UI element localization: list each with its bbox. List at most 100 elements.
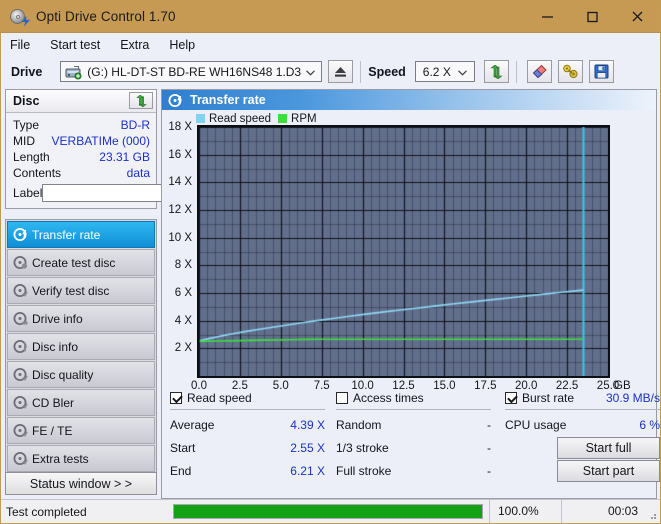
disc-fete-icon [8,423,32,438]
sidebar-label-extra-tests: Extra tests [32,451,89,466]
menu-item-extra[interactable]: Extra [120,36,159,54]
legend-label-read-speed: Read speed [209,112,272,125]
disc-key-contents: Contents [13,166,62,180]
stat-value-average: 4.39 X [290,417,325,432]
y-tick-label: 14 X [168,176,192,189]
stat-key-end: End [170,463,192,478]
stats-col-read-speed: Read speed Average 4.39 X Start 2.55 X E… [170,390,325,482]
disc-value-length: 23.31 GB [99,150,150,164]
sidebar-item-cd-bler[interactable]: CD Bler [7,389,155,416]
menu-item-start-test[interactable]: Start test [50,36,110,54]
disc-row-type: Type BD-R [13,117,150,133]
disc-transfer-icon [168,93,183,108]
stat-key-start: Start [170,440,196,455]
stat-key-third-stroke: 1/3 stroke [336,440,389,455]
access-times-checkbox[interactable] [336,392,348,404]
gold-tools-icon [562,64,578,79]
drive-value: (G:) HL-DT-ST BD-RE WH16NS48 1.D3 [87,64,302,79]
sidebar-label-drive-info: Drive info [32,311,83,326]
content-panel: Transfer rate Read speed RPM 2 X 4 X 6 X 8 … [161,89,660,499]
main-body: Disc Type BD-R MID VERBATIMe (000) Lengt… [1,89,660,499]
tools-button[interactable] [557,60,583,83]
divider [505,409,660,410]
stat-row-random: Random - [336,413,491,436]
sidebar-item-create-test-disc[interactable]: Create test disc [7,249,155,276]
burst-rate-checkbox[interactable] [505,392,517,404]
legend-item-read-speed: Read speed [196,113,271,125]
toolbar: Drive (G:) HL-DT-ST BD-RE WH16NS48 1.D3 [1,56,660,87]
drive-icon [65,65,82,80]
stat-value-cpu-usage: 6 % [639,417,660,432]
refresh-speed-button[interactable] [483,60,509,83]
left-sidebar: Disc Type BD-R MID VERBATIMe (000) Lengt… [5,89,246,499]
divider [170,409,325,410]
stat-key-full-stroke: Full stroke [336,463,392,478]
y-tick-label: 8 X [174,259,192,272]
sidebar-item-verify-test-disc[interactable]: Verify test disc [7,277,155,304]
drive-select[interactable]: (G:) HL-DT-ST BD-RE WH16NS48 1.D3 [60,61,323,82]
disc-extra-icon [8,451,32,466]
speed-label: Speed [368,64,406,79]
disc-info-icon [8,339,32,354]
chart-legend: Read speed RPM [196,112,324,125]
y-tick-label: 6 X [174,287,192,299]
stat-row-average: Average 4.39 X [170,413,325,436]
app-disc-bolt-icon [9,7,30,27]
disc-value-type: BD-R [120,118,150,132]
start-part-button[interactable]: Start part [557,459,660,482]
eraser-icon [532,64,547,79]
sidebar-label-create-test-disc: Create test disc [32,255,116,270]
resize-grip-icon[interactable] [646,509,657,520]
maximize-button[interactable] [570,1,615,32]
menu-bar: File Start test Extra Help [1,33,660,56]
window-title: Opti Drive Control 1.70 [36,9,176,24]
refresh-arrows-icon [490,64,503,79]
stat-row-end: End 6.21 X [170,459,325,482]
disc-refresh-button[interactable] [129,92,153,109]
speed-select[interactable]: 6.2 X [414,61,475,82]
minimize-button[interactable] [525,1,570,32]
stat-value-full-stroke: - [487,463,491,478]
disc-fields: Type BD-R MID VERBATIMe (000) Length 23.… [6,113,246,208]
menu-item-help[interactable]: Help [169,36,205,54]
read-speed-header: Read speed [170,390,325,406]
legend-item-rpm: RPM [278,113,317,125]
disc-create-icon [8,255,32,270]
disc-quality-icon [8,367,32,382]
burst-rate-header: Burst rate 30.9 MB/s [505,390,660,406]
read-speed-checkbox[interactable] [170,392,182,404]
progress-percent: 100.0% [489,500,561,523]
sidebar-item-disc-quality[interactable]: Disc quality [7,361,155,388]
erase-button[interactable] [526,60,552,83]
sidebar-item-extra-tests[interactable]: Extra tests [7,445,155,472]
progress-fill [174,505,482,518]
sidebar-label-transfer-rate: Transfer rate [32,227,101,242]
disc-bler-icon [8,395,32,410]
y-tick-label: 2 X [174,342,192,355]
access-times-header: Access times [336,390,491,406]
start-full-button[interactable]: Start full [557,436,660,459]
sidebar-item-transfer-rate[interactable]: Transfer rate [7,221,155,248]
window-controls [525,1,660,32]
sidebar-item-disc-info[interactable]: Disc info [7,333,155,360]
sidebar-item-drive-info[interactable]: Drive info [7,305,155,332]
refresh-arrows-icon [135,94,147,107]
stat-row-third-stroke: 1/3 stroke - [336,436,491,459]
stat-key-random: Random [336,417,382,432]
sidebar-item-fe-te[interactable]: FE / TE [7,417,155,444]
stat-key-cpu-usage: CPU usage [505,417,567,432]
stat-row-cpu-usage: CPU usage 6 % [505,413,660,436]
y-tick-label: 12 X [168,204,192,216]
start-part-row: Start part [505,459,660,482]
menu-item-file[interactable]: File [10,36,40,54]
nav-list: Transfer rate Create test disc Verify te… [5,219,157,474]
disc-key-type: Type [13,118,40,132]
stat-value-start: 2.55 X [290,440,325,455]
eject-button[interactable] [328,60,354,83]
disc-label-row: Label [13,183,246,203]
save-button[interactable] [588,60,614,83]
sidebar-label-disc-info: Disc info [32,339,79,354]
legend-label-rpm: RPM [291,112,317,125]
close-button[interactable] [615,1,660,32]
status-window-button[interactable]: Status window > > [5,472,157,495]
